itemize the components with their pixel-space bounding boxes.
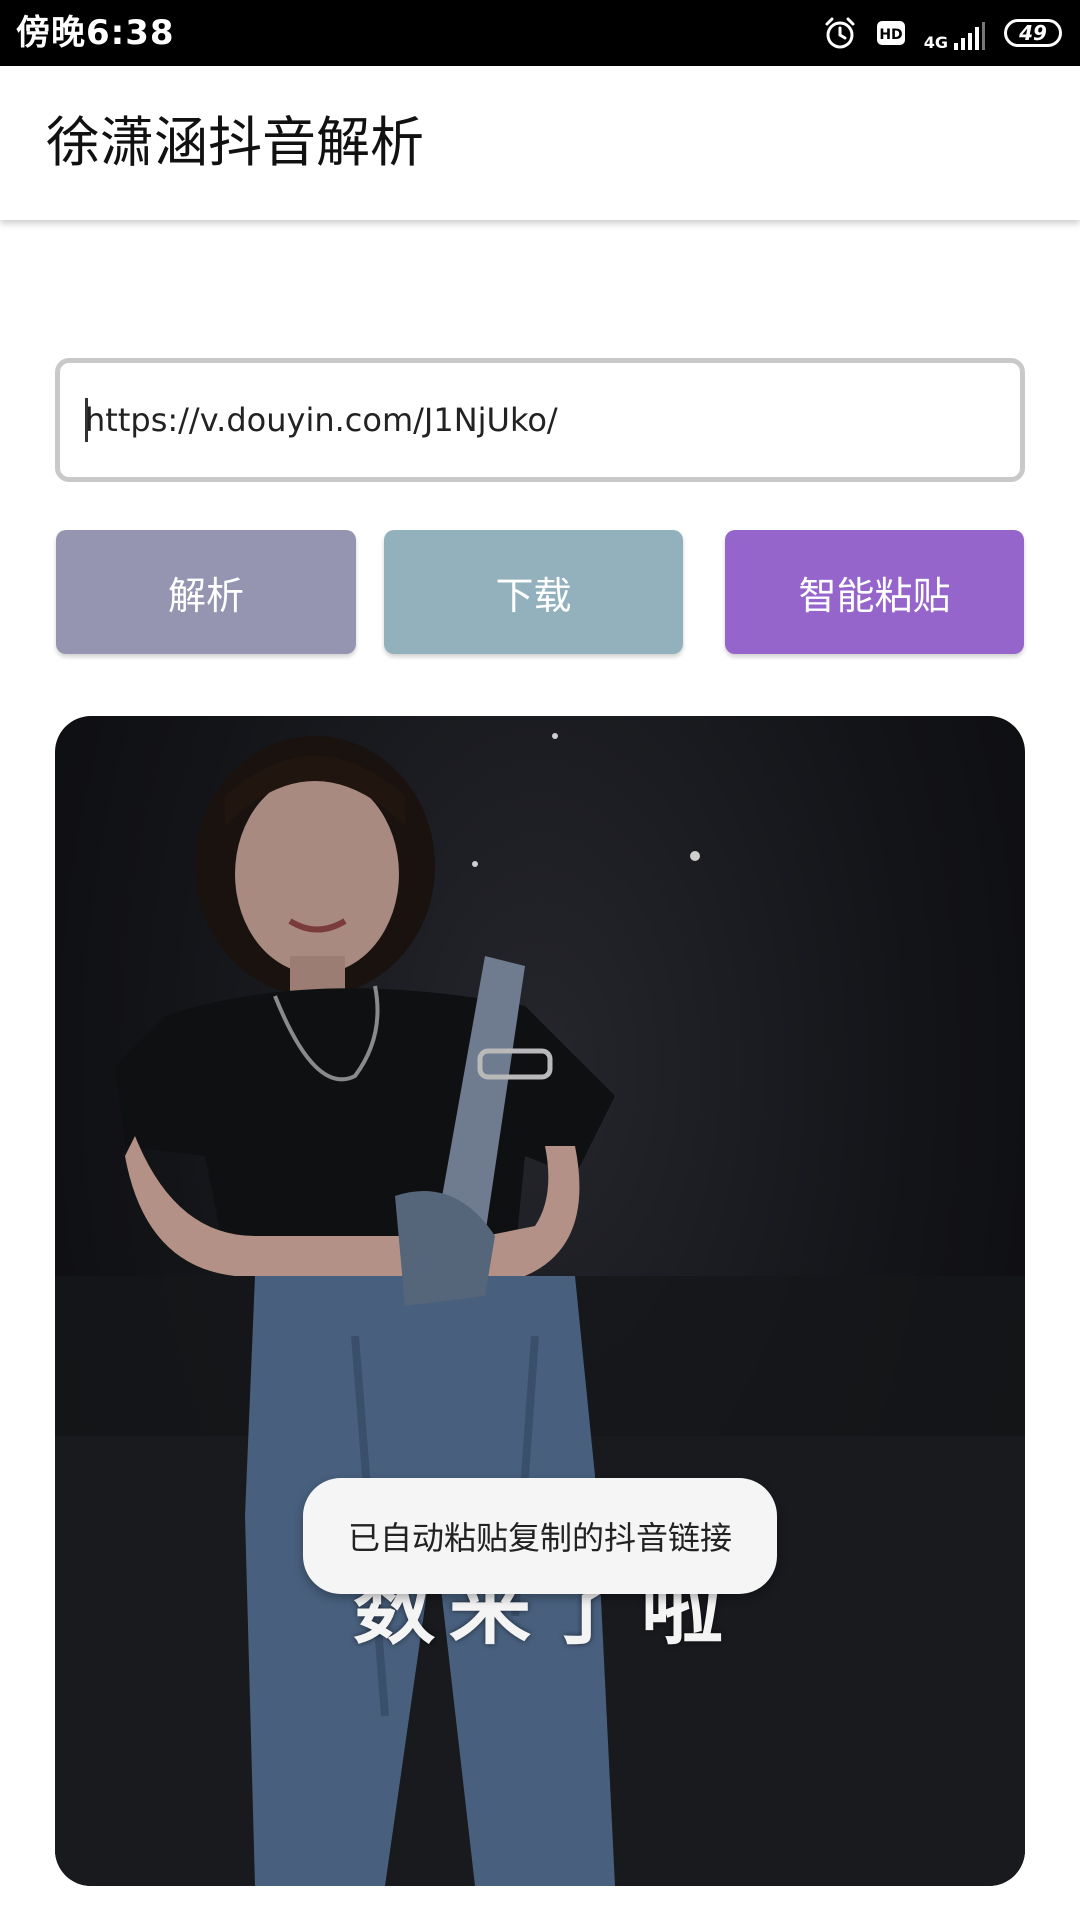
url-input[interactable]: https://v.douyin.com/J1NjUko/: [55, 358, 1025, 482]
page-title: 徐潇涵抖音解析: [46, 111, 424, 174]
hd-icon: HD: [876, 18, 906, 48]
app-bar: 徐潇涵抖音解析: [0, 66, 1080, 220]
video-frame-image: [55, 733, 1025, 1886]
smart-paste-button[interactable]: 智能粘贴: [725, 530, 1024, 654]
status-bar: 傍晚6:38 HD 4G 49: [0, 0, 1080, 66]
url-input-value: https://v.douyin.com/J1NjUko/: [85, 401, 558, 439]
parse-button[interactable]: 解析: [56, 530, 356, 654]
download-button[interactable]: 下载: [384, 530, 683, 654]
battery-level: 49: [1019, 21, 1047, 45]
alarm-icon: [822, 15, 858, 51]
video-preview[interactable]: 数来了啦: [55, 716, 1025, 1886]
svg-text:HD: HD: [879, 27, 902, 43]
status-time: 傍晚6:38: [16, 13, 175, 53]
network-type: 4G: [923, 33, 948, 52]
toast-message: 已自动粘贴复制的抖音链接: [303, 1478, 777, 1594]
status-icons: HD 4G 49: [822, 0, 1062, 66]
battery-icon: 49: [1004, 19, 1062, 47]
signal-icon: 4G: [924, 15, 986, 51]
